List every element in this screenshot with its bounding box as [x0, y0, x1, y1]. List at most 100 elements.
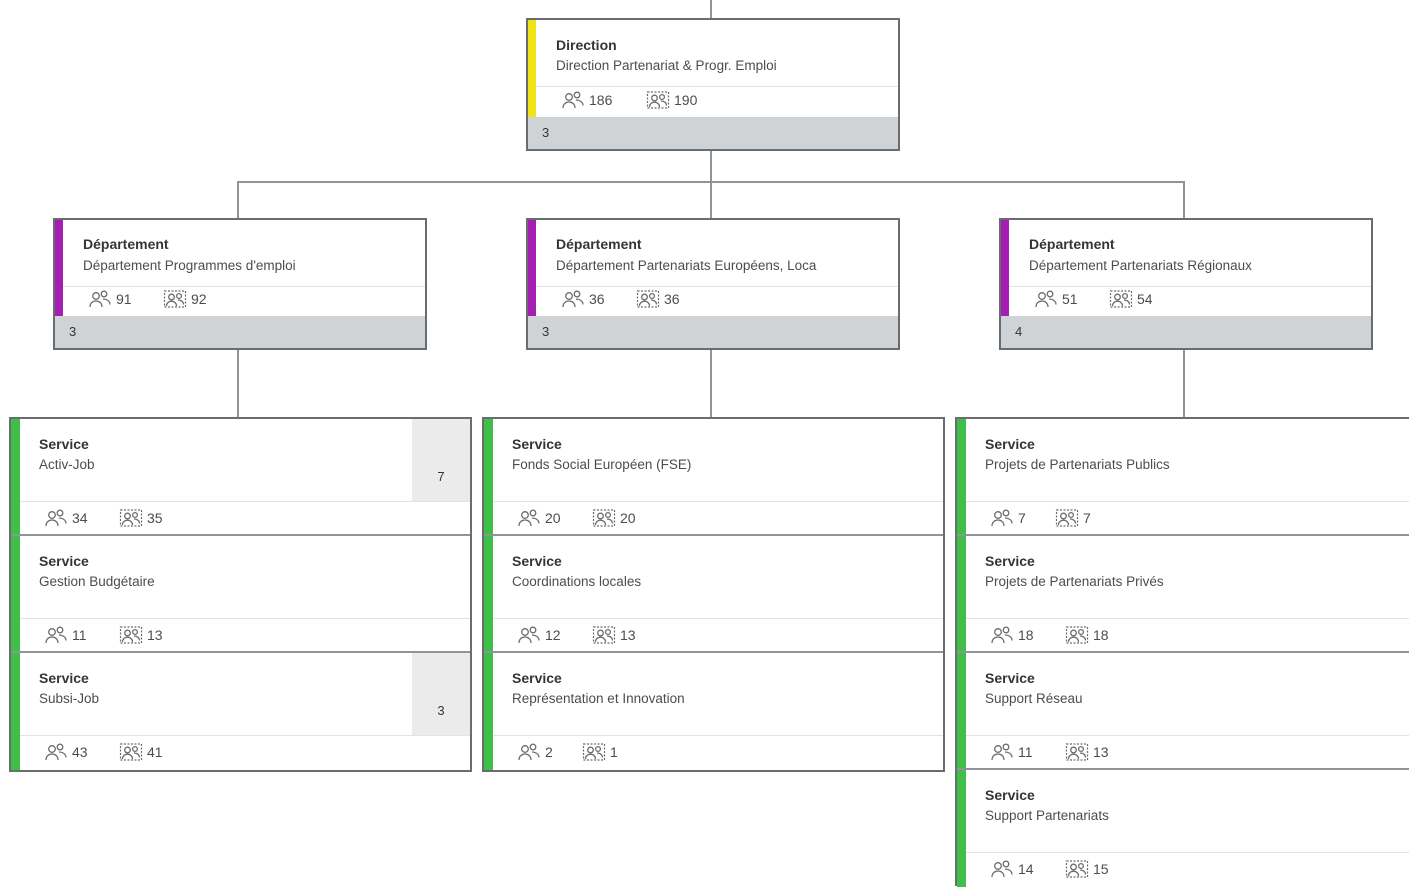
- positions-value: 13: [1093, 744, 1109, 760]
- connector-dept1-down: [237, 349, 239, 417]
- headcount-value: 91: [116, 291, 132, 307]
- headcount-value: 14: [1018, 861, 1034, 877]
- service-accent-bar: [11, 419, 20, 534]
- positions-value: 15: [1093, 861, 1109, 877]
- department-card[interactable]: Département Département Partenariats Rég…: [999, 218, 1373, 350]
- service-name: Subsi-Job: [39, 691, 100, 706]
- service-accent-bar: [957, 653, 966, 768]
- people-icon: [991, 743, 1013, 761]
- headcount-stat: 18: [990, 625, 1034, 645]
- card-divider: [493, 735, 943, 736]
- people-icon: [518, 626, 540, 644]
- service-card[interactable]: Service Coordinations locales 12 13: [484, 536, 943, 653]
- department-name: Département Programmes d'emploi: [83, 258, 296, 273]
- positions-stat: 190: [646, 90, 697, 110]
- positions-stat: 54: [1109, 289, 1153, 309]
- people-icon: [991, 509, 1013, 527]
- card-divider: [493, 618, 943, 619]
- headcount-value: 43: [72, 744, 88, 760]
- positions-stat: 35: [119, 508, 163, 528]
- service-type: Service: [39, 670, 89, 686]
- headcount-stat: 43: [44, 742, 88, 762]
- direct-reports-count: 3: [542, 125, 550, 140]
- positions-value: 1: [610, 744, 618, 760]
- service-card[interactable]: Service Représentation et Innovation 2 1: [484, 653, 943, 770]
- headcount-value: 186: [589, 92, 613, 108]
- service-card[interactable]: Service Projets de Partenariats Publics …: [957, 419, 1409, 536]
- positions-icon: [163, 290, 187, 308]
- direct-reports-bar[interactable]: 3: [55, 316, 425, 348]
- positions-icon: [119, 743, 143, 761]
- service-card[interactable]: Service Subsi-Job 3 43 41: [11, 653, 470, 770]
- service-name: Support Partenariats: [985, 808, 1109, 823]
- connector-dept1-up: [237, 181, 239, 218]
- direction-card[interactable]: Direction Direction Partenariat & Progr.…: [526, 18, 900, 151]
- service-accent-bar: [11, 653, 20, 770]
- people-icon: [991, 626, 1013, 644]
- card-divider: [63, 286, 425, 287]
- headcount-value: 11: [72, 627, 87, 643]
- service-group: Service Projets de Partenariats Publics …: [955, 417, 1409, 887]
- service-accent-bar: [484, 536, 493, 651]
- service-card[interactable]: Service Fonds Social Européen (FSE) 20 2…: [484, 419, 943, 536]
- service-type: Service: [512, 436, 562, 452]
- service-name: Support Réseau: [985, 691, 1083, 706]
- department-card[interactable]: Département Département Programmes d'emp…: [53, 218, 427, 350]
- department-card[interactable]: Département Département Partenariats Eur…: [526, 218, 900, 350]
- service-name: Projets de Partenariats Publics: [985, 457, 1170, 472]
- positions-value: 13: [147, 627, 163, 643]
- direct-reports-bar[interactable]: 3: [528, 117, 898, 149]
- positions-icon: [646, 91, 670, 109]
- positions-stat: 36: [636, 289, 680, 309]
- positions-icon: [1065, 743, 1089, 761]
- service-accent-bar: [484, 653, 493, 770]
- direct-reports-bar[interactable]: 7: [412, 419, 470, 501]
- direct-reports-count: 4: [1015, 324, 1023, 339]
- headcount-stat: 11: [990, 742, 1033, 762]
- service-card[interactable]: Service Support Réseau 11 13: [957, 653, 1409, 770]
- positions-icon: [582, 743, 606, 761]
- positions-value: 54: [1137, 291, 1153, 307]
- headcount-stat: 91: [88, 289, 132, 309]
- connector-dept3-up: [1183, 181, 1185, 218]
- positions-icon: [592, 509, 616, 527]
- positions-icon: [119, 626, 143, 644]
- service-name: Coordinations locales: [512, 574, 642, 589]
- positions-icon: [1065, 860, 1089, 878]
- positions-stat: 92: [163, 289, 207, 309]
- headcount-stat: 14: [990, 859, 1034, 879]
- positions-value: 13: [620, 627, 636, 643]
- people-icon: [518, 509, 540, 527]
- direct-reports-count: 7: [437, 469, 445, 484]
- service-type: Service: [512, 553, 562, 569]
- headcount-stat: 20: [517, 508, 561, 528]
- headcount-value: 36: [589, 291, 605, 307]
- direct-reports-bar[interactable]: 4: [1001, 316, 1371, 348]
- service-card[interactable]: Service Gestion Budgétaire 11 13: [11, 536, 470, 653]
- positions-value: 92: [191, 291, 207, 307]
- people-icon: [991, 860, 1013, 878]
- positions-value: 7: [1083, 510, 1091, 526]
- service-card[interactable]: Service Projets de Partenariats Privés 1…: [957, 536, 1409, 653]
- service-card[interactable]: Service Activ-Job 7 34 35: [11, 419, 470, 536]
- service-type: Service: [39, 436, 89, 452]
- positions-icon: [119, 509, 143, 527]
- headcount-stat: 36: [561, 289, 605, 309]
- service-type: Service: [985, 436, 1035, 452]
- direct-reports-count: 3: [437, 703, 445, 718]
- headcount-value: 2: [545, 744, 553, 760]
- people-icon: [45, 509, 67, 527]
- connector-dept3-down: [1183, 349, 1185, 417]
- service-card[interactable]: Service Support Partenariats 14 15: [957, 770, 1409, 887]
- card-divider: [536, 86, 898, 87]
- positions-stat: 41: [119, 742, 163, 762]
- service-group: Service Fonds Social Européen (FSE) 20 2…: [482, 417, 945, 772]
- direct-reports-bar[interactable]: 3: [528, 316, 898, 348]
- headcount-stat: 34: [44, 508, 88, 528]
- positions-icon: [592, 626, 616, 644]
- card-divider: [966, 852, 1409, 853]
- connector-dept2-down: [710, 349, 712, 417]
- service-accent-bar: [957, 419, 966, 534]
- direct-reports-bar[interactable]: 3: [412, 653, 470, 735]
- direct-reports-count: 3: [542, 324, 550, 339]
